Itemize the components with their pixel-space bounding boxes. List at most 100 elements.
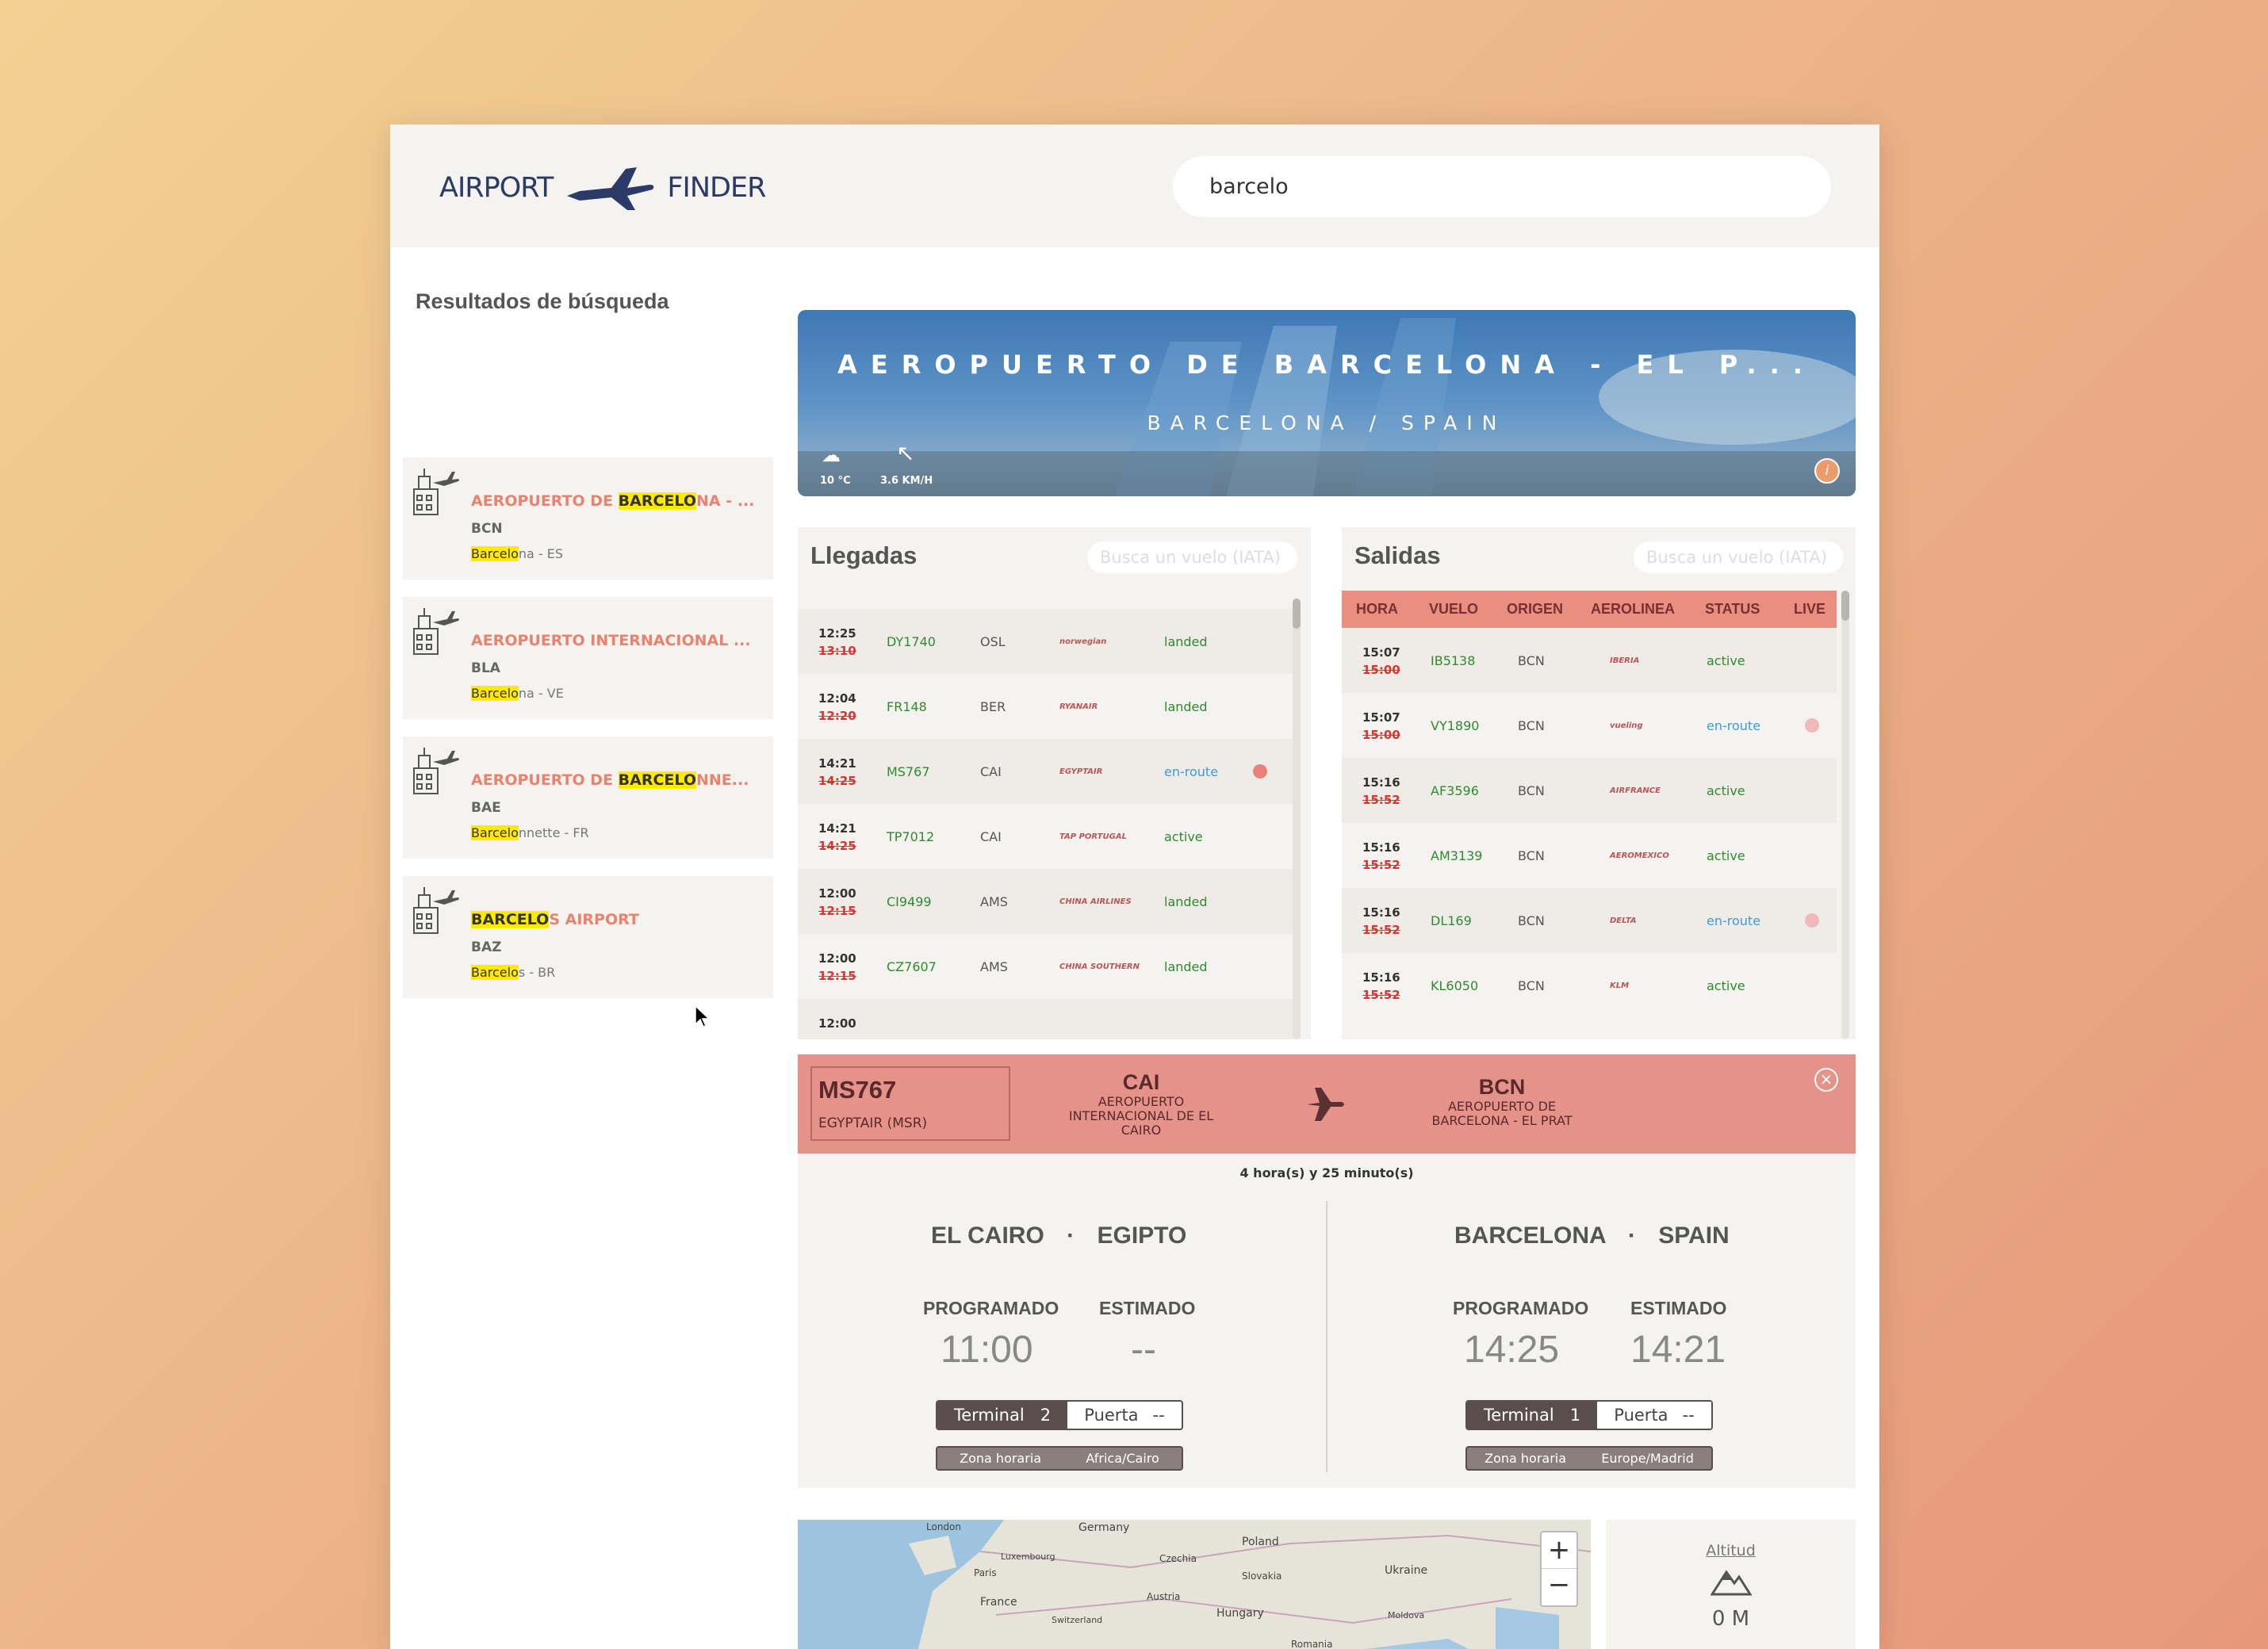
flight-row[interactable]: 12:00 12:15 CI9499 AMS CHINA AIRLINES landed <box>798 869 1293 934</box>
close-icon[interactable]: × <box>1814 1068 1838 1092</box>
destination-scheduled-label: PROGRAMADO <box>1453 1298 1589 1318</box>
flight-row[interactable]: 12:00 <box>798 999 1293 1039</box>
departures-panel: Salidas Busca un vuelo (IATA) HORA VUELO… <box>1342 527 1856 1039</box>
result-name-highlight: BARCELO <box>618 771 696 789</box>
zoom-in-button[interactable]: + <box>1542 1532 1576 1569</box>
result-city-rest: nnette - FR <box>518 825 589 840</box>
flight-row[interactable]: 14:21 14:25 MS767 CAI EGYPTAIR en-route <box>798 739 1293 804</box>
destination-city: BARCELONA <box>1454 1222 1606 1249</box>
flight-status: en-route <box>1164 763 1219 779</box>
flight-status: active <box>1707 978 1745 993</box>
flight-origin: BCN <box>1518 652 1545 668</box>
flight-row[interactable]: 12:25 13:10 DY1740 OSL norwegian landed <box>798 609 1293 674</box>
original-time: 15:00 <box>1362 663 1400 677</box>
origin-terminal: 2 <box>1040 1406 1052 1425</box>
info-icon[interactable]: i <box>1814 458 1840 484</box>
flight-row[interactable]: 15:16 15:52 AM3139 BCN AEROMEXICO active <box>1342 823 1837 888</box>
result-name: AEROPUERTO INTERNACIONAL ... <box>471 632 751 649</box>
flight-number: DY1740 <box>887 633 936 649</box>
flight-row[interactable]: 15:07 15:00 VY1890 BCN vueling en-route <box>1342 693 1837 758</box>
result-iata: BAZ <box>471 939 502 955</box>
divider <box>1326 1201 1327 1472</box>
search-input[interactable]: barcelo <box>1173 156 1831 217</box>
live-indicator-icon[interactable] <box>1805 913 1819 928</box>
flight-time: 12:00 12:15 <box>818 885 856 920</box>
live-indicator-icon[interactable] <box>1253 764 1267 779</box>
flight-origin: CAI <box>980 763 1002 779</box>
zoom-out-button[interactable]: − <box>1542 1569 1576 1605</box>
flight-time: 12:25 13:10 <box>818 625 856 660</box>
scheduled-time: 12:00 <box>818 951 856 966</box>
original-time: 15:52 <box>1362 988 1400 1002</box>
result-name: BARCELOS AIRPORT <box>471 911 639 928</box>
flight-origin: BCN <box>1518 782 1545 798</box>
search-result-item[interactable]: AEROPUERTO INTERNACIONAL ... BLA Barcelona… <box>403 597 773 719</box>
arrivals-search-input[interactable]: Busca un vuelo (IATA) <box>1087 541 1297 573</box>
airline-logo: norwegian <box>1059 637 1107 646</box>
flight-number: IB5138 <box>1431 652 1476 668</box>
airport-name: AEROPUERTO DE BARCELONA - EL P... <box>837 350 1816 380</box>
app-window: AIRPORT FINDER barcelo Resultados de bús… <box>390 124 1879 1649</box>
result-iata: BAE <box>471 800 501 816</box>
col-vuelo: VUELO <box>1429 601 1479 617</box>
flight-number: TP7012 <box>887 828 935 844</box>
temperature: 10 °C <box>820 475 851 487</box>
airline-logo: vueling <box>1610 721 1643 730</box>
timezone-label: Zona horaria <box>960 1451 1042 1466</box>
flight-origin: BER <box>980 698 1006 714</box>
result-name-highlight: BARCELO <box>471 911 550 928</box>
origin-place: EL CAIRO · EGIPTO <box>931 1222 1187 1249</box>
flight-number: VY1890 <box>1431 717 1480 733</box>
origin-timezone: Zona horaria Africa/Cairo <box>936 1446 1183 1471</box>
arrivals-scrollbar[interactable] <box>1293 599 1301 1039</box>
flight-row[interactable]: 12:04 12:20 FR148 BER RYANAIR landed <box>798 674 1293 739</box>
search-result-item[interactable]: AEROPUERTO DE BARCELONA - ... BCN Barcelon… <box>403 457 773 580</box>
origin-country: EGIPTO <box>1097 1222 1187 1249</box>
col-status: STATUS <box>1705 601 1760 617</box>
flight-row[interactable]: 15:16 15:52 DL169 BCN DELTA en-route <box>1342 888 1837 953</box>
departures-scrollbar[interactable] <box>1841 591 1849 1039</box>
flight-number: AM3139 <box>1431 847 1483 863</box>
flight-row[interactable]: 14:21 14:25 TP7012 CAI TAP PORTUGAL active <box>798 804 1293 869</box>
airline-logo: KLM <box>1610 981 1630 990</box>
terminal-label: Terminal <box>953 1406 1025 1425</box>
origin-city: EL CAIRO <box>931 1222 1044 1249</box>
origin-estimated-time: -- <box>1131 1329 1156 1371</box>
top-bar: AIRPORT FINDER barcelo <box>390 124 1879 247</box>
flight-row[interactable]: 15:16 15:52 KL6050 BCN KLM active <box>1342 953 1837 1018</box>
search-result-item[interactable]: AEROPUERTO DE BARCELONNE... BAE Barcelonne… <box>403 737 773 859</box>
zoom-controls: + − <box>1540 1531 1578 1607</box>
flight-row[interactable]: 15:16 15:52 AF3596 BCN AIRFRANCE active <box>1342 758 1837 823</box>
flight-row[interactable]: 12:00 12:15 CZ7607 AMS CHINA SOUTHERN landed <box>798 934 1293 999</box>
flight-duration: 4 hora(s) y 25 minuto(s) <box>1239 1165 1414 1180</box>
result-city-rest: s - BR <box>518 965 556 980</box>
departures-search-input[interactable]: Busca un vuelo (IATA) <box>1634 541 1844 573</box>
flight-number: CI9499 <box>887 893 932 909</box>
result-name: AEROPUERTO DE BARCELONNE... <box>471 771 749 789</box>
flight-origin: OSL <box>980 633 1006 649</box>
destination-scheduled-time: 14:25 <box>1464 1329 1560 1371</box>
result-city-highlight: Barcelo <box>471 825 519 840</box>
airport-banner: AEROPUERTO DE BARCELONA - EL P... BARCEL… <box>798 310 1856 496</box>
map-label: Ukraine <box>1385 1564 1428 1577</box>
flight-number: CZ7607 <box>887 958 937 974</box>
flight-number: FR148 <box>887 698 927 714</box>
flight-status: active <box>1707 652 1745 668</box>
flight-status: en-route <box>1707 912 1761 928</box>
live-indicator-icon[interactable] <box>1805 718 1819 733</box>
altitude-panel: Altitud 0 M <box>1606 1520 1856 1649</box>
flight-row[interactable]: 15:07 15:00 IB5138 BCN IBERIA active <box>1342 628 1837 693</box>
origin-iata: CAI <box>1122 1070 1160 1094</box>
map-label: Moldova <box>1388 1610 1425 1620</box>
flight-status: landed <box>1164 633 1208 649</box>
app-logo[interactable]: AIRPORT FINDER <box>439 160 766 216</box>
destination-airport-name: AEROPUERTO DE BARCELONA - EL PRAT <box>1431 1099 1573 1128</box>
search-result-item[interactable]: BARCELOS AIRPORT BAZ Barcelos - BR <box>403 876 773 998</box>
origin-estimated-label: ESTIMADO <box>1099 1298 1196 1318</box>
original-time: 12:20 <box>818 709 856 723</box>
flight-map[interactable]: London Germany Poland Luxembourg Czechia… <box>798 1520 1591 1649</box>
airport-tower-icon <box>413 887 459 934</box>
flight-origin: CAI <box>980 828 1002 844</box>
gate-label: Puerta <box>1614 1406 1668 1425</box>
original-time: 13:10 <box>818 644 856 658</box>
